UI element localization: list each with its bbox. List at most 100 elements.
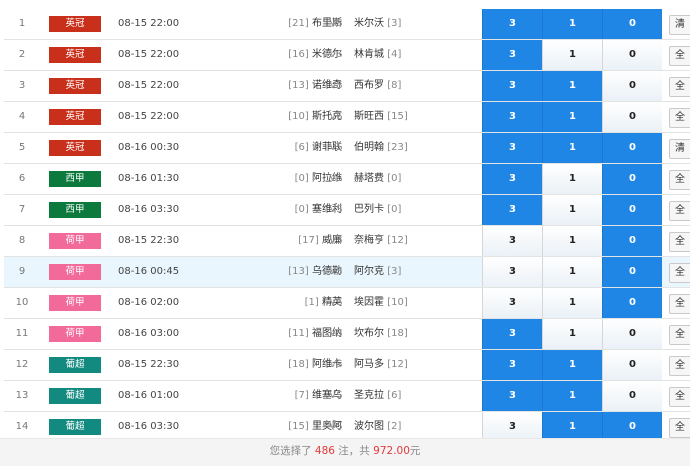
odds-win-button[interactable]: 3 [482,9,542,39]
away-team: 圣克拉 [6] [354,381,484,411]
odds-draw-button[interactable]: 1 [542,288,602,318]
away-rank: [0] [387,173,402,184]
row-number: 9 [18,266,26,277]
home-team: [16] 米德尔 [210,40,342,70]
odds-draw-button[interactable]: 1 [542,195,602,225]
vs-label: VS [329,111,343,122]
odds-draw-button[interactable]: 1 [542,319,602,349]
select-all-button[interactable]: 全 [669,387,690,407]
league-badge: 荷甲 [49,264,101,280]
odds-loss-button[interactable]: 0 [602,164,662,194]
league-badge: 西甲 [49,171,101,187]
home-rank: [18] [288,359,309,370]
odds-win-button[interactable]: 3 [482,288,542,318]
select-all-button[interactable]: 全 [669,77,690,97]
odds-win-button[interactable]: 3 [482,350,542,380]
home-rank: [16] [288,49,309,60]
match-row: 7 西甲 08-16 03:30 [0] 塞维利 VS 巴列卡 [0] 3 1 0 全 [4,195,690,226]
odds-loss-button[interactable]: 0 [602,288,662,318]
odds-draw-button[interactable]: 1 [542,257,602,287]
summary-prefix: 您选择了 [269,445,315,457]
odds-loss-button[interactable]: 0 [602,133,662,163]
odds-win-button[interactable]: 3 [482,164,542,194]
odds-loss-button[interactable]: 0 [602,226,662,256]
odds-win-button[interactable]: 3 [482,133,542,163]
home-rank: [6] [294,142,309,153]
away-name: 圣克拉 [354,390,384,401]
odds-win-button[interactable]: 3 [482,319,542,349]
away-team: 西布罗 [8] [354,71,484,101]
match-time: 08-16 00:30 [118,142,180,153]
away-rank: [15] [387,111,408,122]
clear-button[interactable]: 清 [669,15,690,35]
home-rank: [1] [304,297,319,308]
odds-draw-button[interactable]: 1 [542,133,602,163]
odds-win-button[interactable]: 3 [482,226,542,256]
odds-loss-button[interactable]: 0 [602,102,662,132]
match-time: 08-15 22:00 [118,49,180,60]
home-rank: [11] [288,328,309,339]
odds-loss-button[interactable]: 0 [602,9,662,39]
match-time: 08-16 01:30 [118,173,180,184]
vs-label: VS [329,266,343,277]
odds-draw-button[interactable]: 1 [542,350,602,380]
odds-draw-button[interactable]: 1 [542,102,602,132]
vs-label: VS [329,204,343,215]
away-name: 米尔沃 [354,18,384,29]
odds-win-button[interactable]: 3 [482,381,542,411]
league-badge: 荷甲 [49,326,101,342]
odds-win-button[interactable]: 3 [482,257,542,287]
select-all-button[interactable]: 全 [669,46,690,66]
vs-label: VS [329,49,343,60]
odds-draw-button[interactable]: 1 [542,40,602,70]
odds-loss-button[interactable]: 0 [602,257,662,287]
odds-draw-button[interactable]: 1 [542,9,602,39]
select-all-button[interactable]: 全 [669,356,690,376]
home-rank: [15] [288,421,309,432]
odds-loss-button[interactable]: 0 [602,40,662,70]
league-badge: 荷甲 [49,233,101,249]
select-all-button[interactable]: 全 [669,201,690,221]
odds-win-button[interactable]: 3 [482,40,542,70]
away-team: 巴列卡 [0] [354,195,484,225]
odds-draw-button[interactable]: 1 [542,381,602,411]
odds-win-button[interactable]: 3 [482,195,542,225]
odds-draw-button[interactable]: 1 [542,164,602,194]
row-number: 4 [18,111,26,122]
select-all-button[interactable]: 全 [669,108,690,128]
odds-loss-button[interactable]: 0 [602,381,662,411]
away-rank: [0] [387,204,402,215]
away-team: 斯旺西 [15] [354,102,484,132]
match-time: 08-15 22:00 [118,111,180,122]
select-all-button[interactable]: 全 [669,325,690,345]
odds-loss-button[interactable]: 0 [602,195,662,225]
away-team: 埃因霍 [10] [354,288,484,318]
row-number: 1 [18,18,26,29]
odds-loss-button[interactable]: 0 [602,71,662,101]
match-row: 6 西甲 08-16 01:30 [0] 阿拉维 VS 赫塔费 [0] 3 1 0 全 [4,164,690,195]
odds-win-button[interactable]: 3 [482,71,542,101]
away-name: 阿尔克 [354,266,384,277]
odds-win-button[interactable]: 3 [482,102,542,132]
home-team: [18] 阿维卡 [210,350,342,380]
odds-draw-button[interactable]: 1 [542,226,602,256]
match-row: 13 葡超 08-16 01:00 [7] 维塞乌 VS 圣克拉 [6] 3 1 0 全 [4,381,690,412]
select-all-button[interactable]: 全 [669,294,690,314]
select-all-button[interactable]: 全 [669,263,690,283]
match-row: 9 荷甲 08-16 00:45 [13] 乌德勒 VS 阿尔克 [3] 3 1 0 全 [4,257,690,288]
row-number: 8 [18,235,26,246]
vs-label: VS [329,359,343,370]
league-badge: 英冠 [49,47,101,63]
select-all-button[interactable]: 全 [669,418,690,438]
select-all-button[interactable]: 全 [669,232,690,252]
odds-loss-button[interactable]: 0 [602,350,662,380]
odds-loss-button[interactable]: 0 [602,319,662,349]
away-name: 赫塔费 [354,173,384,184]
select-all-button[interactable]: 全 [669,170,690,190]
home-team: [10] 斯托克 [210,102,342,132]
away-rank: [23] [387,142,408,153]
home-team: [0] 阿拉维 [210,164,342,194]
home-rank: [0] [294,173,309,184]
clear-button[interactable]: 清 [669,139,690,159]
odds-draw-button[interactable]: 1 [542,71,602,101]
